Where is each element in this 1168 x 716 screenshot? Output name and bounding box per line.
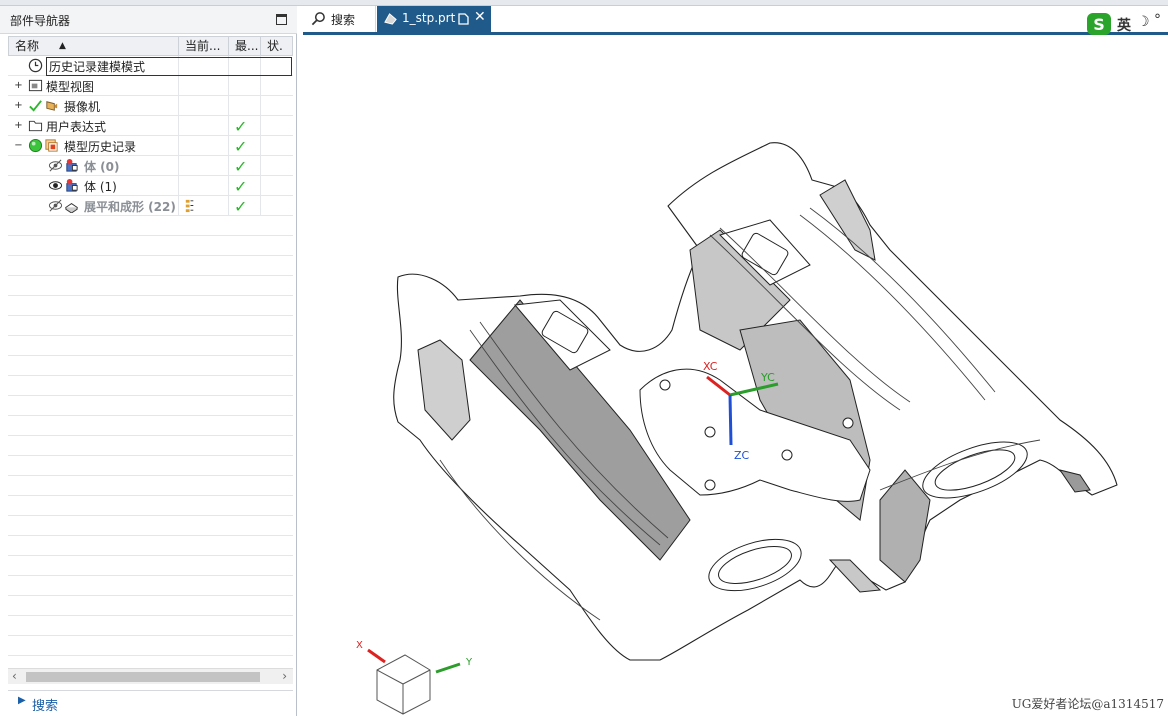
body-icon [66,178,78,192]
tree-row[interactable]: + 用户表达式 ✓ [8,116,293,136]
collapse-icon[interactable]: − [14,141,23,151]
watermark: UG爱好者论坛@a1314517 [1011,697,1164,711]
part-file-icon [384,13,397,25]
ime-indicator[interactable]: S 英 ☽ ° [1086,12,1168,36]
check-icon: ✓ [234,157,248,176]
yc-axis-label: YC [760,371,775,384]
hidden-eye-icon[interactable] [48,158,63,173]
svg-text:S: S [1093,15,1105,34]
check-icon: ✓ [234,197,248,216]
search-icon [311,12,325,26]
expand-icon[interactable]: + [14,81,23,91]
body-icon [66,158,78,172]
graphics-viewport[interactable]: XC YC ZC X Y UG爱好者论坛@a1314517 [303,35,1168,716]
modified-icon [458,13,469,25]
scroll-right-icon[interactable]: › [282,669,287,683]
expand-icon[interactable]: + [14,121,23,131]
document-tabs: 搜索 1_stp.prt ✕ [303,6,1168,32]
flatten-form-icon [65,203,78,213]
zc-axis-label: ZC [734,449,750,462]
check-icon [29,100,42,112]
tree-row[interactable]: 展平和成形 (22) ✓ [8,196,293,216]
punctuation-icon: ° [1154,12,1161,28]
column-header: 名称 ▲ 当前... 最... 状. [8,36,293,56]
ime-mode-label: 英 [1117,18,1131,34]
check-icon: ✓ [234,177,248,196]
navigator-title: 部件导航器 [10,14,71,28]
history-icon [45,139,58,152]
moon-icon: ☽ [1137,14,1150,30]
model-render: XC YC ZC X Y [356,142,1118,715]
tree-row[interactable]: − 模型历史记录 ✓ [8,136,293,156]
tree-row[interactable]: + 摄像机 [8,96,293,116]
status-ok-icon [28,138,43,153]
camera-icon [46,101,58,111]
part-navigator: 部件导航器 名称 ▲ 当前... 最... 状. 历史记录建模模式 + 模型视图… [0,6,297,716]
navigator-tree: 历史记录建模模式 + 模型视图 + 摄像机 + 用户表达式 ✓ − 模型历史记录… [8,56,293,668]
tree-row[interactable]: 体 (0) ✓ [8,156,293,176]
expand-arrow-icon: ▶ [18,695,26,706]
empty-rows [8,216,293,668]
horizontal-scrollbar[interactable]: ‹ › [8,668,293,684]
app-window: 部件导航器 名称 ▲ 当前... 最... 状. 历史记录建模模式 + 模型视图… [0,0,1168,716]
dependency-icon [185,199,194,213]
column-status[interactable]: 状. [261,37,293,55]
tree-row-label: 历史记录建模模式 [46,57,292,76]
tree-row-label: 摄像机 [64,100,101,114]
tree-row-label: 展平和成形 (22) [84,200,176,214]
folder-icon [28,120,43,132]
expand-icon[interactable]: + [14,101,23,111]
y-axis-label: Y [465,657,473,668]
column-current[interactable]: 当前... [179,37,229,55]
clock-icon [28,58,43,73]
xc-axis-label: XC [703,360,718,373]
visible-eye-icon[interactable] [48,178,63,193]
tree-row[interactable]: 历史记录建模模式 [8,56,293,76]
view-triad: X Y [356,640,473,715]
tree-row-label: 用户表达式 [46,120,107,134]
tab-part-file-label: 1_stp.prt [402,11,456,25]
tree-row[interactable]: + 模型视图 [8,76,293,96]
search-panel-toggle[interactable]: ▶ 搜索 [8,690,293,714]
tree-row-label: 体 (1) [84,180,117,194]
maximize-icon[interactable] [276,14,287,25]
sogou-logo-icon: S [1087,13,1111,35]
tree-row-label: 模型视图 [46,80,95,94]
column-latest[interactable]: 最... [229,37,261,55]
tab-part-file[interactable]: 1_stp.prt ✕ [377,6,491,32]
check-icon: ✓ [234,117,248,136]
search-label: 搜索 [32,699,59,714]
tab-search[interactable]: 搜索 [303,6,376,32]
tree-row[interactable]: 体 (1) ✓ [8,176,293,196]
sort-ascending-icon: ▲ [59,41,66,51]
column-name[interactable]: 名称 ▲ [9,37,179,55]
check-icon: ✓ [234,137,248,156]
model-views-icon [28,79,43,92]
tree-row-label: 体 (0) [84,160,120,174]
scrollbar-thumb[interactable] [26,672,260,682]
navigator-header: 部件导航器 [0,6,297,34]
scroll-left-icon[interactable]: ‹ [12,669,17,683]
tree-row-label: 模型历史记录 [64,140,137,154]
close-tab-icon[interactable]: ✕ [474,9,486,25]
hidden-eye-icon[interactable] [48,198,63,213]
x-axis-label: X [356,640,363,651]
tab-search-label: 搜索 [331,13,356,27]
